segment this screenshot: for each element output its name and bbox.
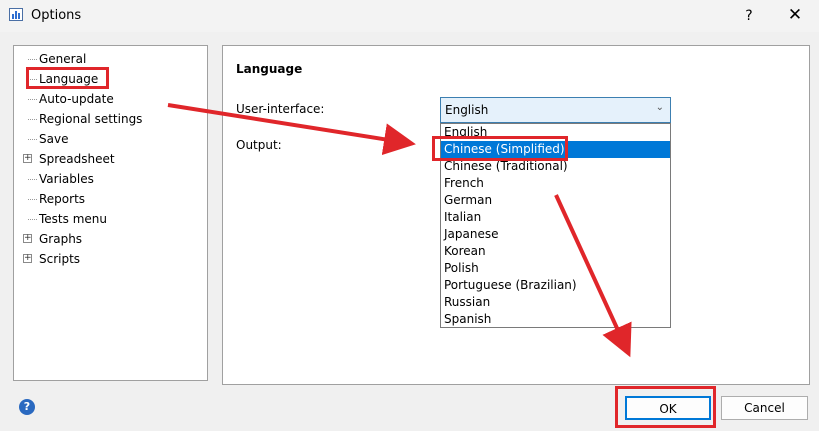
annotation-box-option	[432, 136, 568, 161]
output-label: Output:	[236, 138, 282, 152]
expand-icon[interactable]: +	[23, 234, 32, 243]
cancel-button[interactable]: Cancel	[721, 396, 808, 420]
tree-connector	[28, 59, 37, 60]
title-bar: Options ? ✕	[0, 0, 819, 32]
tree-connector	[28, 199, 37, 200]
dropdown-option[interactable]: French	[441, 175, 670, 192]
tree-item-label: General	[39, 52, 87, 66]
annotation-box-language	[26, 67, 109, 89]
dropdown-option[interactable]: Korean	[441, 243, 670, 260]
annotation-box-ok	[615, 386, 716, 428]
dropdown-option[interactable]: Portuguese (Brazilian)	[441, 277, 670, 294]
dropdown-option[interactable]: Spanish	[441, 311, 670, 328]
tree-connector	[28, 99, 37, 100]
dropdown-option[interactable]: Polish	[441, 260, 670, 277]
app-icon	[9, 8, 23, 21]
options-tree: General Language Auto-update Regional setti…	[13, 45, 208, 381]
window-title: Options	[31, 8, 82, 23]
expand-icon[interactable]: +	[23, 254, 32, 263]
tree-item-label: Spreadsheet	[39, 152, 115, 166]
user-interface-value: English	[445, 103, 489, 117]
tree-item-label: Variables	[39, 172, 94, 186]
help-title-button[interactable]: ?	[738, 5, 760, 27]
chevron-down-icon[interactable]: ⌄	[656, 102, 664, 113]
tree-connector	[28, 139, 37, 140]
tree-item-label: Save	[39, 132, 69, 146]
dropdown-option[interactable]: Russian	[441, 294, 670, 311]
dropdown-option[interactable]: Japanese	[441, 226, 670, 243]
tree-item-label: Regional settings	[39, 112, 143, 126]
dropdown-option[interactable]: Italian	[441, 209, 670, 226]
tree-item-label: Reports	[39, 192, 86, 206]
tree-connector	[28, 179, 37, 180]
tree-connector	[28, 219, 37, 220]
close-button[interactable]: ✕	[784, 4, 806, 26]
tree-item-label: Scripts	[39, 252, 81, 266]
tree-item-label: Auto-update	[39, 92, 114, 106]
tree-item-label: Tests menu	[39, 212, 107, 226]
user-interface-label: User-interface:	[236, 102, 325, 116]
expand-icon[interactable]: +	[23, 154, 32, 163]
dropdown-option[interactable]: German	[441, 192, 670, 209]
section-title: Language	[236, 62, 303, 76]
tree-item-label: Graphs	[39, 232, 83, 246]
user-interface-select[interactable]: English ⌄	[440, 97, 671, 123]
help-icon[interactable]: ?	[19, 399, 35, 415]
tree-connector	[28, 119, 37, 120]
